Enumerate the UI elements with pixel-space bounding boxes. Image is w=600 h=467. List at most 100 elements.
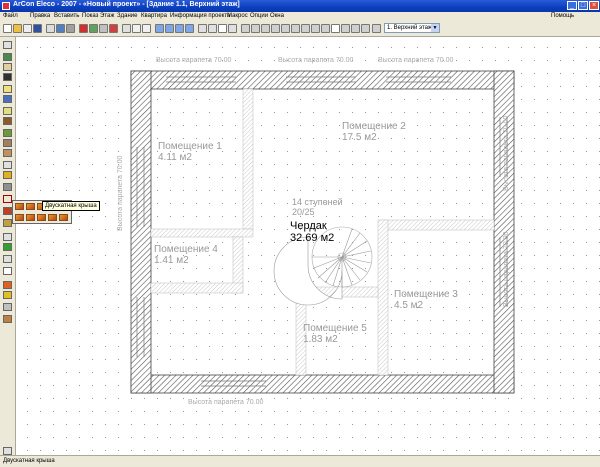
inner-wall-6[interactable]	[377, 219, 389, 376]
floor-up-icon[interactable]	[351, 24, 360, 33]
save-icon[interactable]	[33, 24, 42, 33]
wall-type-icon[interactable]	[3, 73, 12, 81]
beam-icon[interactable]	[3, 117, 12, 125]
menu-macro[interactable]: Макрос	[227, 13, 248, 19]
move-icon[interactable]	[198, 24, 207, 33]
furniture-tool-icon[interactable]	[3, 233, 12, 241]
inner-wall-5[interactable]	[381, 219, 495, 231]
plan-canvas[interactable]: Высота парапета 70.00 Высота парапета 70…	[16, 37, 600, 455]
wall-tool-icon[interactable]	[3, 63, 12, 71]
grid-icon[interactable]	[241, 24, 250, 33]
room-label-2[interactable]: Помещение 2 17.5 м2	[342, 121, 406, 143]
text-icon[interactable]	[218, 24, 227, 33]
menu-apartment[interactable]: Квартира	[141, 13, 167, 19]
minimize-button[interactable]: _	[567, 1, 577, 10]
chimney-icon[interactable]	[3, 183, 12, 191]
floor-slab-icon[interactable]	[3, 95, 12, 103]
menu-file[interactable]: Файл	[3, 13, 18, 19]
menu-building[interactable]: Здание	[117, 13, 137, 19]
wall-south[interactable]	[130, 374, 515, 394]
floor-select[interactable]: 1. Верхний этаж ▼	[384, 23, 440, 33]
zoom-all-icon[interactable]	[185, 24, 194, 33]
plant-icon[interactable]	[3, 243, 12, 251]
pointer-icon[interactable]	[3, 41, 12, 49]
scroll-down-icon[interactable]	[3, 447, 12, 455]
menu-project-info[interactable]: Информация проекта	[170, 13, 230, 19]
chevron-down-icon[interactable]: ▼	[431, 24, 439, 32]
new-file-icon[interactable]	[3, 24, 12, 33]
zoom-out-icon[interactable]	[165, 24, 174, 33]
snap-icon[interactable]	[251, 24, 260, 33]
half-hip-roof-icon[interactable]	[37, 214, 46, 221]
render-icon[interactable]	[109, 24, 118, 33]
attic-label[interactable]: Чердак 32.69 м2	[290, 220, 334, 244]
inner-wall-4[interactable]	[150, 282, 244, 294]
select-icon[interactable]	[122, 24, 131, 33]
print-icon[interactable]	[46, 24, 55, 33]
furniture-icon[interactable]	[311, 24, 320, 33]
export-icon[interactable]	[56, 24, 65, 33]
room-label-5[interactable]: Помещение 5 1.83 м2	[303, 323, 367, 345]
walls-icon[interactable]	[261, 24, 270, 33]
abc-text-icon[interactable]	[3, 267, 12, 275]
windows-icon[interactable]	[281, 24, 290, 33]
custom-roof-icon[interactable]	[59, 214, 68, 221]
floor-down-icon[interactable]	[361, 24, 370, 33]
menu-insert[interactable]: Вставить	[54, 13, 79, 19]
hip-roof-icon[interactable]	[26, 203, 35, 210]
room-label-4[interactable]: Помещение 4 1.41 м2	[154, 244, 218, 266]
zoom-in-icon[interactable]	[155, 24, 164, 33]
roof-tool-icon[interactable]	[3, 195, 12, 203]
light-icon[interactable]	[3, 291, 12, 299]
redo-icon[interactable]	[142, 24, 151, 33]
menu-edit[interactable]: Правка	[30, 13, 50, 19]
doors-icon[interactable]	[271, 24, 280, 33]
mansard-roof-icon[interactable]	[15, 214, 24, 221]
open-project-icon[interactable]	[23, 24, 32, 33]
column-icon[interactable]	[3, 107, 12, 115]
room-label-1[interactable]: Помещение 1 4.11 м2	[158, 141, 222, 163]
terrain-icon[interactable]	[3, 53, 12, 61]
menu-view[interactable]: Показ	[82, 13, 98, 19]
open-folder-icon[interactable]	[13, 24, 22, 33]
symbols-icon[interactable]	[321, 24, 330, 33]
section-icon[interactable]	[3, 315, 12, 323]
close-button[interactable]: ×	[589, 1, 599, 10]
room-label-3[interactable]: Помещение 3 4.5 м2	[394, 289, 458, 311]
stair-label[interactable]: 14 ступеней 20/25	[292, 197, 343, 217]
wall-north[interactable]	[130, 70, 515, 90]
gable-roof-icon[interactable]	[15, 203, 24, 210]
menu-floor[interactable]: Этаж	[100, 13, 114, 19]
paint-icon[interactable]	[3, 281, 12, 289]
stair-tool-icon[interactable]	[3, 129, 12, 137]
wall-west[interactable]	[130, 70, 152, 394]
inner-wall-1[interactable]	[242, 88, 254, 230]
zoom-window-icon[interactable]	[175, 24, 184, 33]
design-mode-icon[interactable]	[79, 24, 88, 33]
flat-roof-icon[interactable]	[48, 214, 57, 221]
menu-options[interactable]: Опции	[250, 13, 268, 19]
undo-icon[interactable]	[132, 24, 141, 33]
roof-icon[interactable]	[301, 24, 310, 33]
hatch-icon[interactable]	[341, 24, 350, 33]
stairs-icon[interactable]	[291, 24, 300, 33]
pyramid-roof-icon[interactable]	[26, 214, 35, 221]
dormer-icon[interactable]	[3, 171, 12, 179]
room-tool-icon[interactable]	[3, 85, 12, 93]
camera-icon[interactable]	[3, 303, 12, 311]
text-style-icon[interactable]	[331, 24, 340, 33]
measure-icon[interactable]	[208, 24, 217, 33]
dimension-icon[interactable]	[228, 24, 237, 33]
inner-wall-2[interactable]	[150, 228, 254, 238]
menu-help[interactable]: Помощь	[551, 13, 574, 19]
roof-window-icon[interactable]	[3, 207, 12, 215]
floor-settings-icon[interactable]	[372, 24, 381, 33]
roof-edit-icon[interactable]	[3, 219, 12, 227]
door-tool-icon[interactable]	[3, 149, 12, 157]
maximize-button[interactable]: □	[578, 1, 588, 10]
window-tool-icon[interactable]	[3, 139, 12, 147]
plan-view-icon[interactable]	[99, 24, 108, 33]
opening-icon[interactable]	[3, 161, 12, 169]
3d-view-icon[interactable]	[89, 24, 98, 33]
line-icon[interactable]	[3, 255, 12, 263]
